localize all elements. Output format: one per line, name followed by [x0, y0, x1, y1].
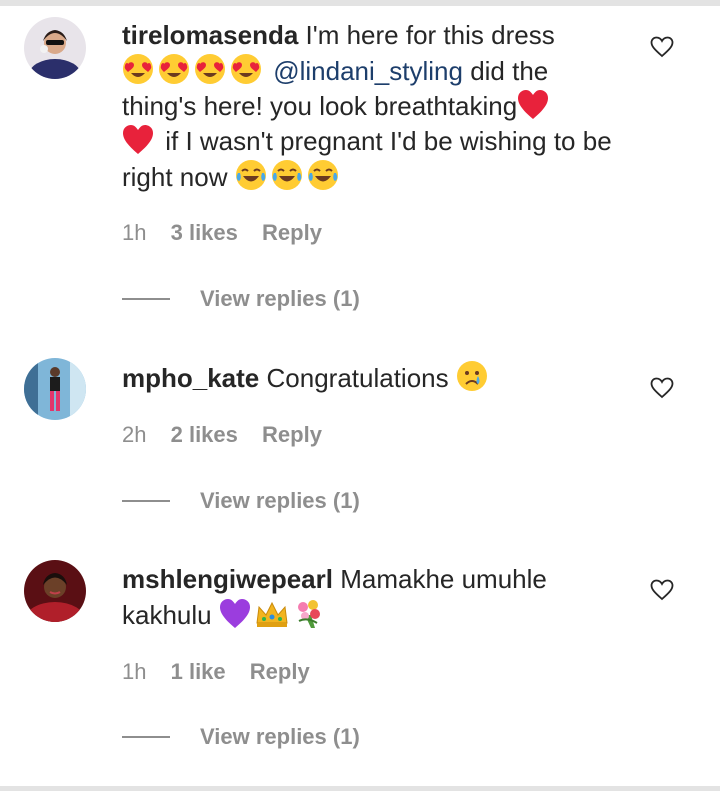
view-replies-label: View replies (1) — [200, 488, 360, 513]
comment-timestamp: 1h — [122, 659, 147, 684]
heart-eyes-emoji-icon — [122, 53, 154, 85]
heart-eyes-emoji-icon — [158, 53, 190, 85]
bottom-divider — [0, 786, 720, 791]
heart-eyes-emoji-icon — [230, 53, 262, 85]
replies-divider-line — [122, 298, 170, 300]
tears-of-joy-emoji-icon — [271, 159, 303, 191]
like-heart-icon[interactable] — [650, 377, 674, 399]
comment-body: Congratulations — [266, 363, 449, 393]
avatar[interactable] — [24, 358, 86, 420]
comment-username[interactable]: mshlengiwepearl — [122, 564, 333, 594]
reply-button[interactable]: Reply — [262, 220, 322, 245]
view-replies-button[interactable]: View replies (1) — [122, 724, 360, 750]
replies-divider-line — [122, 736, 170, 738]
red-heart-emoji-icon — [122, 125, 154, 155]
reply-button[interactable]: Reply — [262, 422, 322, 447]
comment-text: mshlengiwepearl Mamakhe umuhle kakhulu — [122, 562, 622, 633]
avatar[interactable] — [24, 17, 86, 79]
crying-face-emoji-icon — [456, 360, 488, 392]
avatar[interactable] — [24, 560, 86, 622]
reply-button[interactable]: Reply — [250, 659, 310, 684]
comment-meta: 2h 2 likes Reply — [122, 422, 340, 448]
avatar-image — [24, 17, 86, 79]
like-heart-icon[interactable] — [650, 579, 674, 601]
purple-heart-emoji-icon — [219, 599, 251, 629]
comment-likes-count[interactable]: 1 like — [171, 659, 226, 684]
crown-emoji-icon — [255, 599, 289, 629]
avatar-image — [24, 358, 86, 420]
comment-username[interactable]: tirelomasenda — [122, 20, 298, 50]
comment-timestamp: 2h — [122, 422, 147, 447]
comment-body: if I wasn't pregnant I'd be wishing to b… — [122, 126, 612, 192]
comment-likes-count[interactable]: 3 likes — [171, 220, 238, 245]
bouquet-emoji-icon — [293, 597, 325, 629]
view-replies-button[interactable]: View replies (1) — [122, 286, 360, 312]
view-replies-label: View replies (1) — [200, 286, 360, 311]
comment-text: mpho_kate Congratulations — [122, 360, 622, 396]
top-divider — [0, 0, 720, 6]
comment-body: I'm here for this dress — [305, 20, 555, 50]
comment-text: tirelomasenda I'm here for this dress @l… — [122, 18, 622, 195]
view-replies-label: View replies (1) — [200, 724, 360, 749]
tears-of-joy-emoji-icon — [235, 159, 267, 191]
comment-meta: 1h 1 like Reply — [122, 659, 328, 685]
comment-username[interactable]: mpho_kate — [122, 363, 259, 393]
heart-eyes-emoji-icon — [194, 53, 226, 85]
tears-of-joy-emoji-icon — [307, 159, 339, 191]
comment-meta: 1h 3 likes Reply — [122, 220, 340, 246]
avatar-image — [24, 560, 86, 622]
comment-timestamp: 1h — [122, 220, 147, 245]
comment-likes-count[interactable]: 2 likes — [171, 422, 238, 447]
view-replies-button[interactable]: View replies (1) — [122, 488, 360, 514]
like-heart-icon[interactable] — [650, 36, 674, 58]
replies-divider-line — [122, 500, 170, 502]
mention-link[interactable]: @lindani_styling — [273, 56, 463, 86]
red-heart-emoji-icon — [517, 90, 549, 120]
